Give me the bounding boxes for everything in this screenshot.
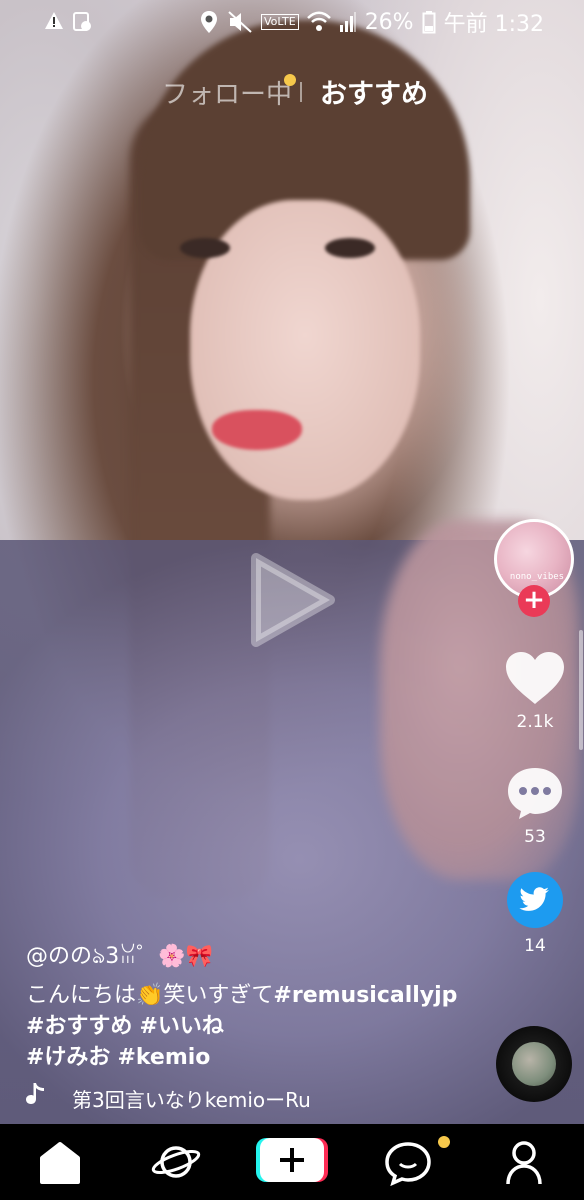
signal-icon [339,12,356,32]
music-title: 第3回言いなりkemioーRu [72,1088,311,1112]
hashtag[interactable]: #いいね [139,1014,223,1039]
create-plus-icon[interactable] [256,1136,328,1184]
bottom-nav [0,1124,584,1200]
profile-icon[interactable] [494,1138,554,1186]
video-mouth-shape [212,410,302,450]
battery-percent: 26% [364,9,414,35]
status-bar: VoLTE 26% 午前 1:32 [0,0,584,40]
hashtag[interactable]: #けみお [26,1045,110,1070]
twitter-icon [507,872,563,928]
tab-for-you[interactable]: おすすめ [320,72,428,111]
play-icon[interactable] [248,550,338,650]
home-icon[interactable] [30,1138,90,1186]
hashtag[interactable]: #kemio [117,1045,210,1070]
screen: VoLTE 26% 午前 1:32 フォロー中 おすすめ nono_vibes … [0,0,584,1200]
video-caption: @ののঌ3ꈍ゜🌸🎀 こんにちは👏笑いすぎて#remusicallyjp #おすす… [26,938,466,1073]
music-note-icon [26,1083,44,1104]
username[interactable]: @ののঌ3ꈍ゜🌸🎀 [26,938,466,972]
status-left-icons [44,10,104,37]
caption-body: こんにちは👏笑いすぎて [26,983,274,1008]
location-icon [201,11,217,33]
status-time: 午前 1:32 [443,12,544,37]
like-count: 2.1k [516,712,554,732]
share-count: 14 [524,936,546,956]
comment-icon [508,768,562,819]
comment-count: 53 [524,827,546,847]
hashtag[interactable]: #おすすめ [26,1014,132,1039]
warning-icon [45,12,91,31]
like-button[interactable]: 2.1k [490,650,580,732]
mute-icon [228,11,252,33]
hashtag[interactable]: #remusicallyjp [273,983,457,1008]
status-right: VoLTE 26% 午前 1:32 [199,6,544,38]
tab-divider [300,82,302,102]
comment-button[interactable]: 53 [490,765,580,847]
scroll-indicator [579,630,583,750]
battery-icon [422,11,436,34]
discover-planet-icon[interactable] [146,1138,206,1186]
caption-text: こんにちは👏笑いすぎて#remusicallyjp #おすすめ #いいね #けみ… [26,980,466,1073]
inbox-chat-icon[interactable] [378,1138,438,1186]
avatar-text: nono_vibes [509,572,565,582]
wifi-icon [306,11,331,31]
feed-tabs: フォロー中 おすすめ [0,70,584,114]
music-row[interactable]: 第3回言いなりkemioーRu [24,1080,334,1114]
music-disc-cover [512,1042,556,1086]
follow-button[interactable]: + [518,585,550,617]
tab-following[interactable]: フォロー中 [162,74,292,111]
video-eye-right [325,238,375,258]
volte-label: VoLTE [261,14,299,30]
heart-icon [506,652,564,704]
share-twitter-button[interactable]: 14 [490,870,580,956]
following-notification-dot [284,74,296,86]
inbox-notification-dot [438,1136,450,1148]
music-disc[interactable] [496,1026,572,1102]
video-eye-left [180,238,230,258]
